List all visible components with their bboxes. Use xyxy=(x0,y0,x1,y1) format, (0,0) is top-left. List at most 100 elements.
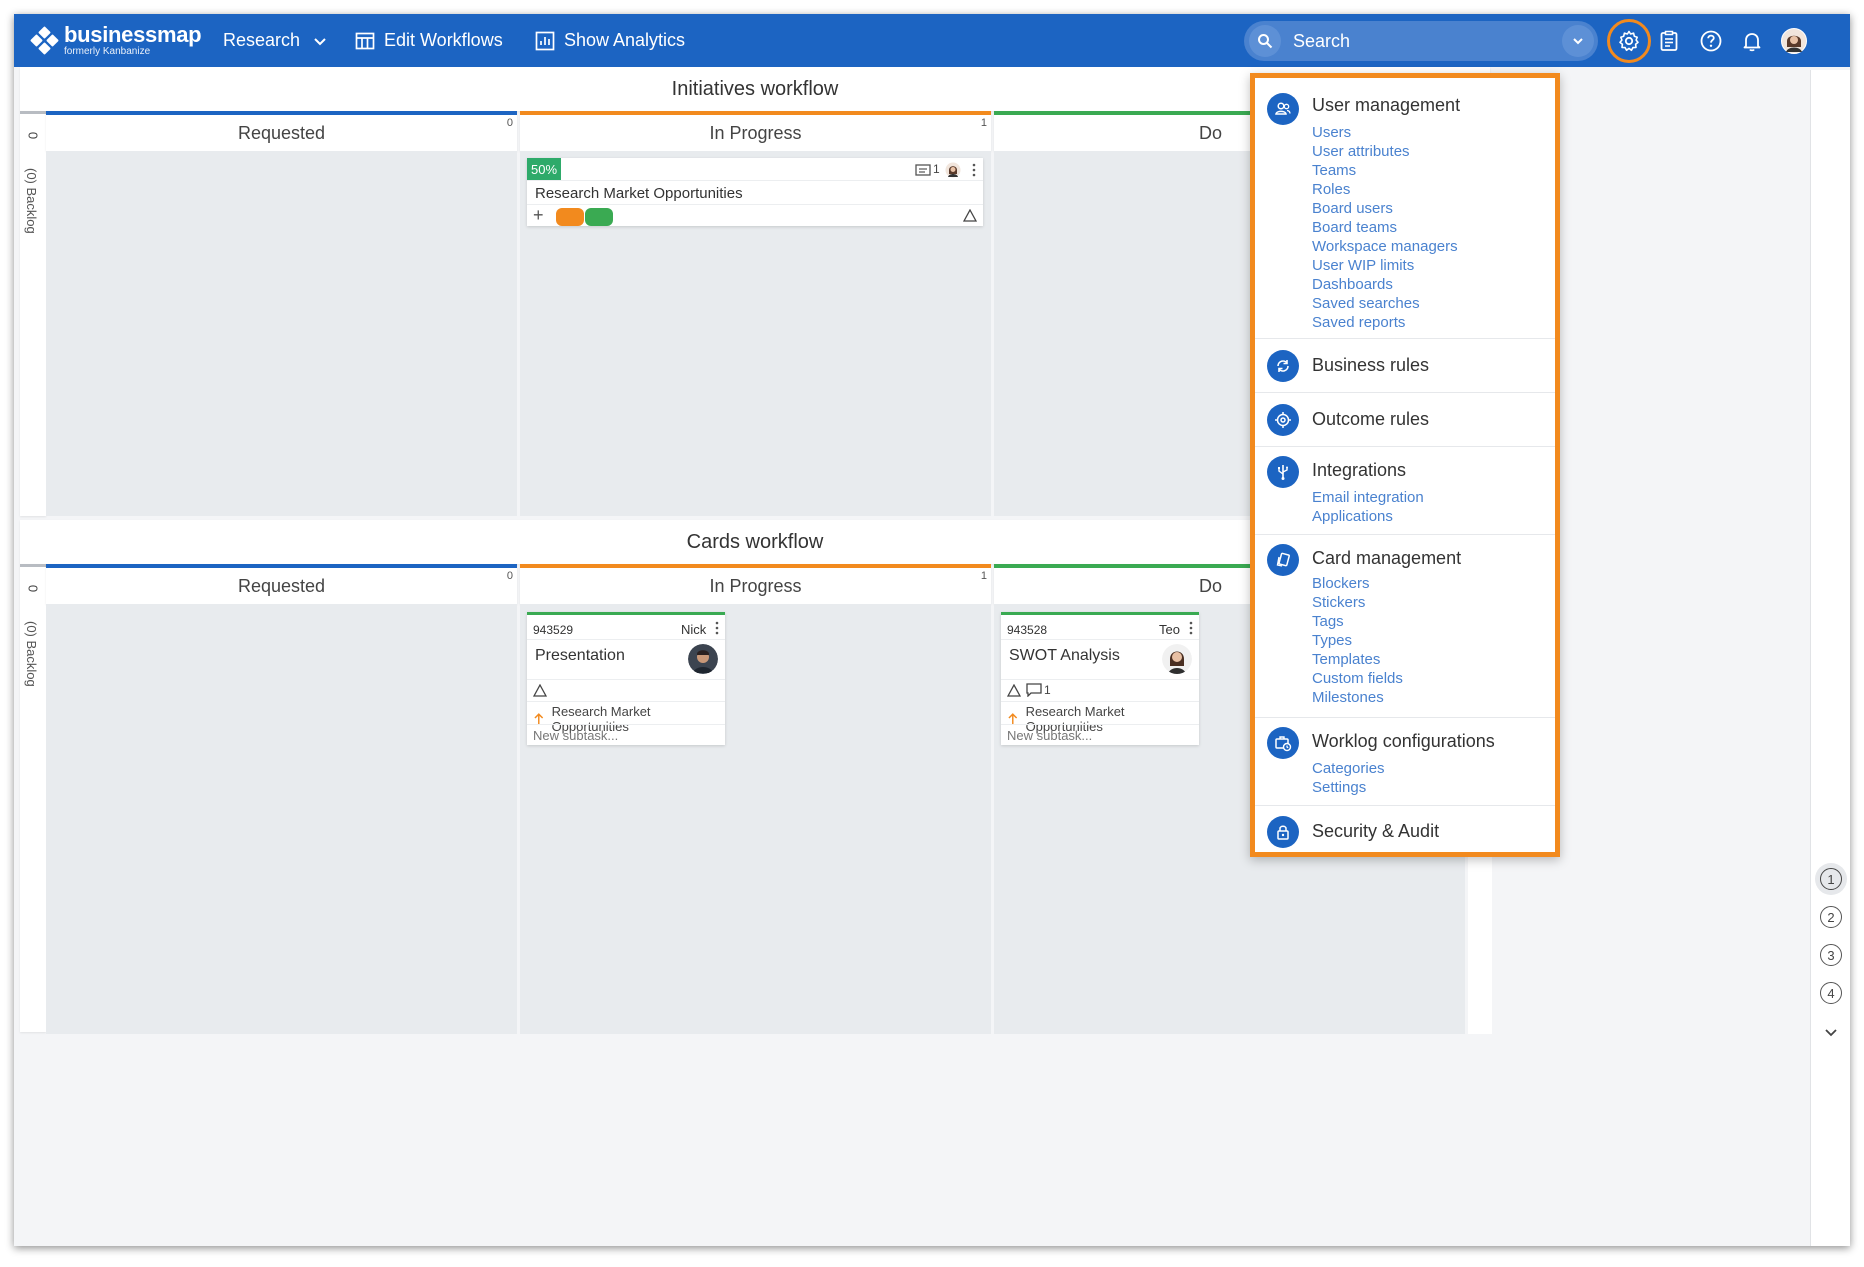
more-vertical-icon[interactable] xyxy=(714,621,720,635)
card-divider xyxy=(527,204,983,205)
menu-item-teams[interactable]: Teams xyxy=(1312,161,1458,180)
menu-title-card-management[interactable]: Card management xyxy=(1312,548,1461,569)
new-subtask-input[interactable]: New subtask... xyxy=(1007,728,1092,743)
user-avatar[interactable] xyxy=(1777,24,1811,58)
add-icon[interactable]: + xyxy=(533,205,544,226)
column-header-in-progress[interactable]: In Progress 1 xyxy=(520,111,991,151)
column-header-requested[interactable]: Requested 0 xyxy=(46,111,517,151)
menu-section-integrations: Integrations Email integration Applicati… xyxy=(1255,447,1555,535)
menu-item-types[interactable]: Types xyxy=(1312,631,1403,650)
task-card[interactable]: 943529 Nick Presentation Research Market… xyxy=(527,612,725,745)
level-3-button[interactable]: 3 xyxy=(1820,944,1842,966)
menu-title-security-audit: Security & Audit xyxy=(1312,821,1440,841)
search-options-button[interactable] xyxy=(1562,25,1594,57)
menu-item-tags[interactable]: Tags xyxy=(1312,612,1403,631)
search-input[interactable]: Search xyxy=(1244,21,1598,61)
menu-item-dashboards[interactable]: Dashboards xyxy=(1312,275,1458,294)
help-button[interactable] xyxy=(1694,24,1728,58)
workflow-icon xyxy=(355,32,375,49)
workspace-dropdown[interactable]: Research xyxy=(223,14,328,67)
more-vertical-icon[interactable] xyxy=(1188,621,1194,635)
cards-icon xyxy=(1267,544,1299,576)
menu-item-board-users[interactable]: Board users xyxy=(1312,199,1458,218)
card-divider xyxy=(1001,639,1199,640)
menu-title-outcome-rules: Outcome rules xyxy=(1312,409,1430,429)
more-vertical-icon[interactable] xyxy=(971,163,977,177)
menu-item-workspace-managers[interactable]: Workspace managers xyxy=(1312,237,1458,256)
initiative-card[interactable]: 50% 1 Research Market Opportunities + xyxy=(527,158,983,226)
avatar xyxy=(1162,644,1192,674)
show-analytics-button[interactable]: Show Analytics xyxy=(535,14,685,67)
card-id[interactable]: 943529 xyxy=(533,623,573,637)
card-id[interactable]: 943528 xyxy=(1007,623,1047,637)
backlog-label: (0) Backlog xyxy=(24,621,39,687)
clipboard-icon xyxy=(1660,30,1678,51)
menu-item-roles[interactable]: Roles xyxy=(1312,180,1458,199)
column-card-count: 1 xyxy=(980,117,987,129)
menu-item-users[interactable]: Users xyxy=(1312,123,1458,142)
menu-section-business-rules[interactable]: Business rules xyxy=(1255,339,1555,393)
menu-title-worklog-configurations[interactable]: Worklog configurations xyxy=(1312,731,1495,752)
menu-item-board-teams[interactable]: Board teams xyxy=(1312,218,1458,237)
target-icon xyxy=(1267,404,1299,436)
menu-item-saved-reports[interactable]: Saved reports xyxy=(1312,313,1458,332)
card-title[interactable]: SWOT Analysis xyxy=(1009,647,1120,665)
level-2-button[interactable]: 2 xyxy=(1820,906,1842,928)
menu-item-milestones[interactable]: Milestones xyxy=(1312,688,1403,707)
column-title: In Progress xyxy=(709,575,802,596)
tag-chip-green[interactable] xyxy=(585,208,613,226)
menu-section-security-audit[interactable]: Security & Audit xyxy=(1255,806,1555,857)
backlog-count: 0 xyxy=(25,131,41,140)
help-icon xyxy=(1700,30,1722,52)
level-1-button[interactable]: 1 xyxy=(1820,868,1842,890)
menu-item-email-integration[interactable]: Email integration xyxy=(1312,488,1424,507)
task-card[interactable]: 943528 Teo SWOT Analysis 1 Research Mark… xyxy=(1001,612,1199,745)
column-header-requested[interactable]: Requested 0 xyxy=(46,564,517,604)
notifications-button[interactable] xyxy=(1735,24,1769,58)
menu-item-saved-searches[interactable]: Saved searches xyxy=(1312,294,1458,313)
new-subtask-input[interactable]: New subtask... xyxy=(533,728,618,743)
column-title: In Progress xyxy=(709,122,802,143)
menu-section-user-management: User management Users User attributes Te… xyxy=(1255,78,1555,339)
menu-section-worklog-configurations: Worklog configurations Categories Settin… xyxy=(1255,718,1555,806)
users-icon xyxy=(1267,93,1299,125)
show-analytics-label: Show Analytics xyxy=(564,30,686,50)
clipboard-button[interactable] xyxy=(1652,24,1686,58)
menu-item-stickers[interactable]: Stickers xyxy=(1312,593,1403,612)
menu-title-integrations[interactable]: Integrations xyxy=(1312,460,1406,481)
menu-item-categories[interactable]: Categories xyxy=(1312,759,1385,778)
backlog-strip-cards[interactable]: 0 (0) Backlog xyxy=(20,564,46,1032)
tag-chip-orange[interactable] xyxy=(556,208,584,226)
card-title[interactable]: Research Market Opportunities xyxy=(535,185,743,202)
menu-item-blockers[interactable]: Blockers xyxy=(1312,574,1403,593)
progress-badge: 50% xyxy=(527,158,562,181)
menu-item-applications[interactable]: Applications xyxy=(1312,507,1424,526)
level-4-button[interactable]: 4 xyxy=(1820,982,1842,1004)
card-divider xyxy=(527,701,725,702)
comment-count: 1 xyxy=(1044,683,1051,697)
backlog-strip-initiatives[interactable]: 0 (0) Backlog xyxy=(20,111,46,516)
menu-item-custom-fields[interactable]: Custom fields xyxy=(1312,669,1403,688)
edit-workflows-button[interactable]: Edit Workflows xyxy=(355,14,503,67)
menu-item-user-attributes[interactable]: User attributes xyxy=(1312,142,1458,161)
chevron-down-icon[interactable] xyxy=(1823,1024,1839,1040)
menu-section-outcome-rules[interactable]: Outcome rules xyxy=(1255,393,1555,447)
column-header-in-progress[interactable]: In Progress 1 xyxy=(520,564,991,604)
card-divider xyxy=(527,180,983,181)
backlog-count: 0 xyxy=(25,584,41,593)
warning-triangle-icon xyxy=(963,209,977,222)
card-title[interactable]: Presentation xyxy=(535,647,625,665)
menu-title-user-management[interactable]: User management xyxy=(1312,95,1460,116)
menu-item-settings[interactable]: Settings xyxy=(1312,778,1385,797)
menu-item-user-wip-limits[interactable]: User WIP limits xyxy=(1312,256,1458,275)
menu-item-templates[interactable]: Templates xyxy=(1312,650,1403,669)
avatar xyxy=(688,644,718,674)
bell-icon xyxy=(1743,33,1761,52)
backlog-label: (0) Backlog xyxy=(24,168,39,234)
search-icon xyxy=(1258,34,1273,49)
settings-button[interactable] xyxy=(1607,19,1651,63)
worklog-icon xyxy=(1267,727,1299,759)
logo[interactable]: businessmap formerly Kanbanize xyxy=(30,24,202,57)
analytics-icon xyxy=(535,31,555,50)
comment-count: 1 xyxy=(933,162,940,176)
